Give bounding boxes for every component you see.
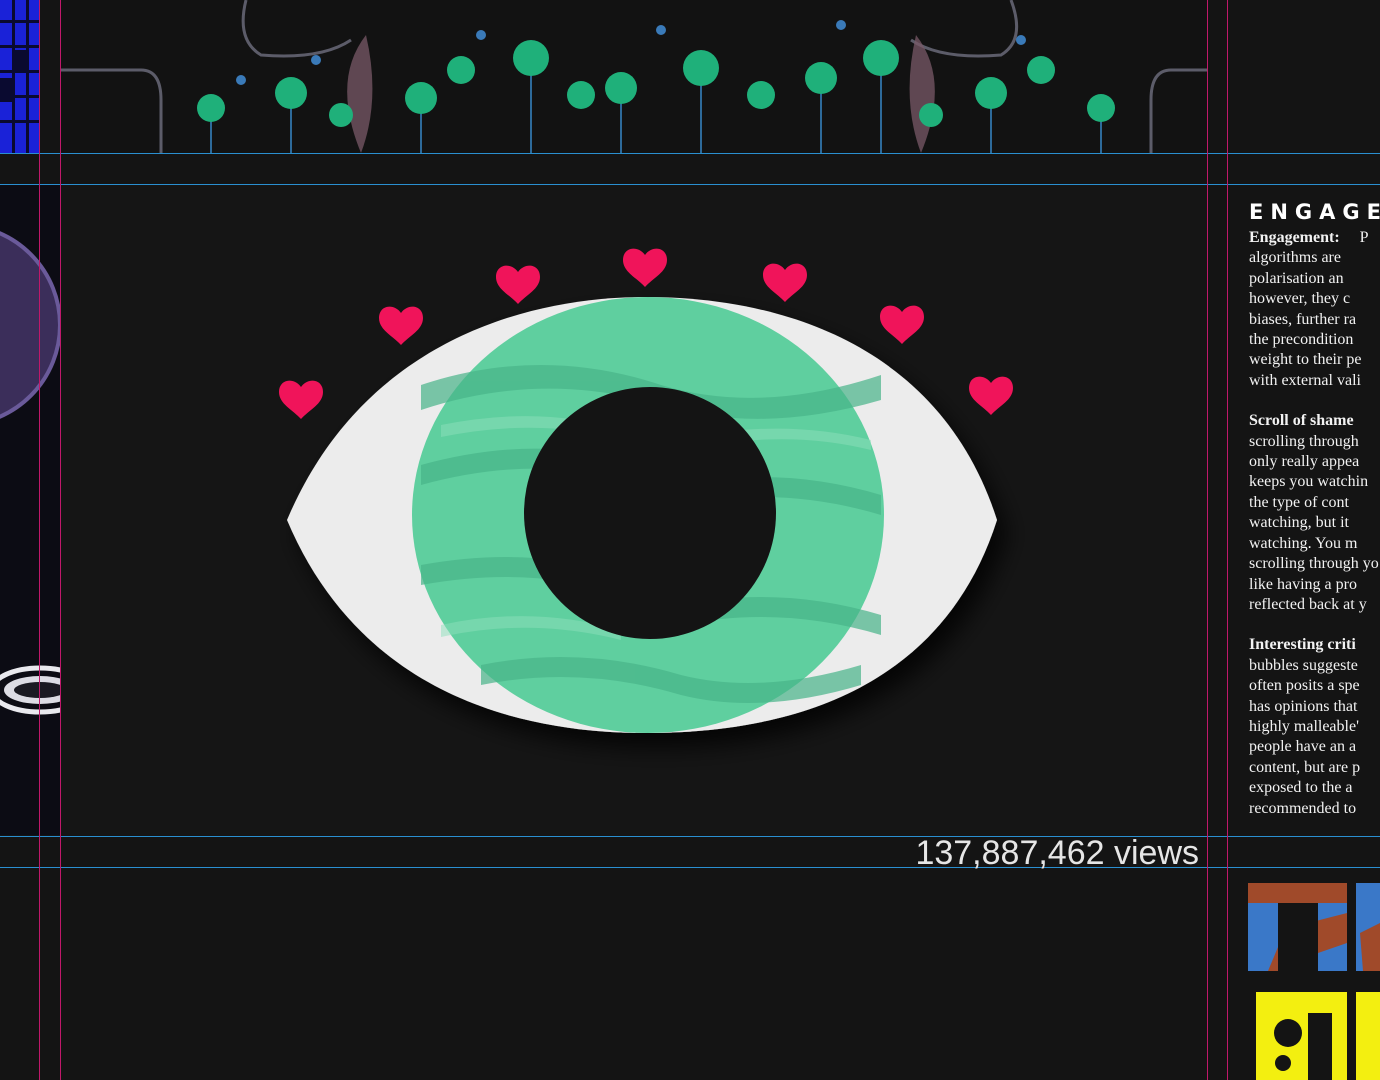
eye-pupil <box>524 387 776 639</box>
article-column: ENGAGEI Engagement: P algorithms are pol… <box>1249 200 1380 840</box>
article-paragraph: Engagement: P algorithms are polarisatio… <box>1249 229 1369 389</box>
guide-line <box>1207 0 1208 1080</box>
eye-illustration <box>279 248 1013 733</box>
paragraph-heading: Interesting criti <box>1249 636 1356 654</box>
guide-line <box>0 184 1380 185</box>
article-paragraph: Interesting criti bubbles suggeste often… <box>1249 636 1361 817</box>
heart-icon <box>880 305 924 344</box>
collage-letter-tiles <box>1248 883 1380 1080</box>
heart-icon <box>379 306 423 345</box>
article-paragraph: Scroll of shame scrolling through only r… <box>1249 412 1379 613</box>
guide-line <box>1227 0 1228 1080</box>
heart-icon <box>969 376 1013 415</box>
heart-icon <box>763 263 807 302</box>
view-count: 137,887,462 views <box>915 834 1199 872</box>
heart-icon <box>279 380 323 419</box>
article-title: ENGAGEI <box>1249 200 1380 224</box>
planet-collage <box>0 185 60 835</box>
eye-illustration-stage <box>61 185 1207 835</box>
paragraph-heading: Engagement: <box>1249 229 1340 246</box>
paragraph-heading: Scroll of shame <box>1249 412 1354 430</box>
guide-line <box>39 0 40 1080</box>
heart-icon <box>496 265 540 304</box>
blue-pixel-collage <box>0 0 40 153</box>
guide-line <box>60 0 61 1080</box>
right-top-panel <box>1228 0 1380 153</box>
floral-ornament-banner <box>61 0 1207 153</box>
heart-icon <box>623 248 667 287</box>
guide-line <box>0 153 1380 154</box>
